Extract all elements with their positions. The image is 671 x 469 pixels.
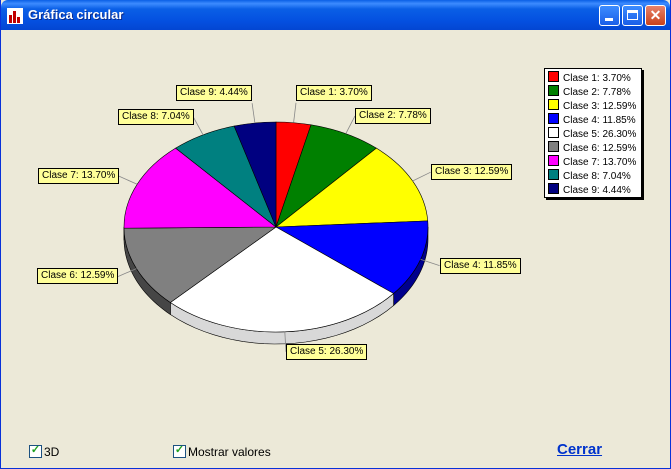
legend-swatch <box>548 141 559 152</box>
checkbox-3d[interactable]: ✓ 3D <box>29 444 60 459</box>
title-bar[interactable]: Gráfica circular ✕ <box>1 0 670 30</box>
slice-label-7: Clase 7: 13.70% <box>38 168 120 184</box>
legend-entry: Clase 7: 13.70% <box>548 155 641 169</box>
legend-entry: Clase 3: 12.59% <box>548 99 641 113</box>
chart-window: Gráfica circular ✕ Clase 1: 3.70% Clase 2… <box>0 0 671 469</box>
legend-swatch <box>548 71 559 82</box>
maximize-button[interactable] <box>622 5 643 26</box>
leader-line-2 <box>345 115 356 134</box>
slice-label-2: Clase 2: 7.78% <box>355 108 431 124</box>
leader-line-3 <box>412 171 431 182</box>
window-title: Gráfica circular <box>28 7 124 22</box>
legend-label: Clase 4: 11.85% <box>563 115 636 126</box>
maximize-icon <box>627 10 638 20</box>
slice-label-9: Clase 9: 4.44% <box>176 85 252 101</box>
legend-label: Clase 3: 12.59% <box>563 101 637 112</box>
close-icon: ✕ <box>649 7 662 23</box>
checkbox-show-values-box[interactable]: ✓ <box>173 444 186 458</box>
legend-entry: Clase 6: 12.59% <box>548 141 641 155</box>
minimize-button[interactable] <box>599 5 620 26</box>
legend-entry: Clase 8: 7.04% <box>548 169 641 183</box>
legend-entry: Clase 9: 4.44% <box>548 183 641 197</box>
legend-label: Clase 9: 4.44% <box>563 185 631 196</box>
legend-swatch <box>548 183 559 194</box>
legend-label: Clase 5: 26.30% <box>563 129 637 140</box>
checkbox-3d-label: 3D <box>44 445 60 459</box>
slice-label-8: Clase 8: 7.04% <box>118 109 194 125</box>
slice-label-3: Clase 3: 12.59% <box>431 164 513 180</box>
chart-legend: Clase 1: 3.70% Clase 2: 7.78% Clase 3: 12.… <box>544 68 642 198</box>
legend-swatch <box>548 169 559 180</box>
slice-label-4: Clase 4: 11.85% <box>440 258 521 274</box>
legend-entry: Clase 2: 7.78% <box>548 85 641 99</box>
leader-line-9 <box>251 103 256 124</box>
legend-label: Clase 2: 7.78% <box>563 87 631 98</box>
minimize-icon <box>605 18 613 21</box>
legend-label: Clase 1: 3.70% <box>563 73 631 84</box>
slice-label-6: Clase 6: 12.59% <box>37 268 119 284</box>
slice-label-5: Clase 5: 26.30% <box>286 344 368 360</box>
check-icon: ✓ <box>30 444 41 456</box>
legend-swatch <box>548 113 559 124</box>
checkbox-show-values-label: Mostrar valores <box>188 445 271 459</box>
legend-swatch <box>548 99 559 110</box>
legend-label: Clase 8: 7.04% <box>563 171 631 182</box>
legend-entry: Clase 5: 26.30% <box>548 127 641 141</box>
legend-label: Clase 6: 12.59% <box>563 143 637 154</box>
leader-line-7 <box>118 175 138 185</box>
check-icon: ✓ <box>174 444 185 456</box>
checkbox-3d-box[interactable]: ✓ <box>29 444 42 458</box>
close-link[interactable]: Cerrar <box>557 441 602 458</box>
legend-entry: Clase 4: 11.85% <box>548 113 641 127</box>
chart-app-icon <box>7 8 23 24</box>
legend-swatch <box>548 85 559 96</box>
slice-label-1: Clase 1: 3.70% <box>296 85 372 101</box>
close-button[interactable]: ✕ <box>645 5 666 26</box>
legend-entry: Clase 1: 3.70% <box>548 71 641 85</box>
leader-line-1 <box>293 102 297 123</box>
checkbox-show-values[interactable]: ✓ Mostrar valores <box>173 444 271 459</box>
leader-line-8 <box>193 117 204 136</box>
legend-swatch <box>548 155 559 166</box>
legend-label: Clase 7: 13.70% <box>563 157 637 168</box>
legend-swatch <box>548 127 559 138</box>
